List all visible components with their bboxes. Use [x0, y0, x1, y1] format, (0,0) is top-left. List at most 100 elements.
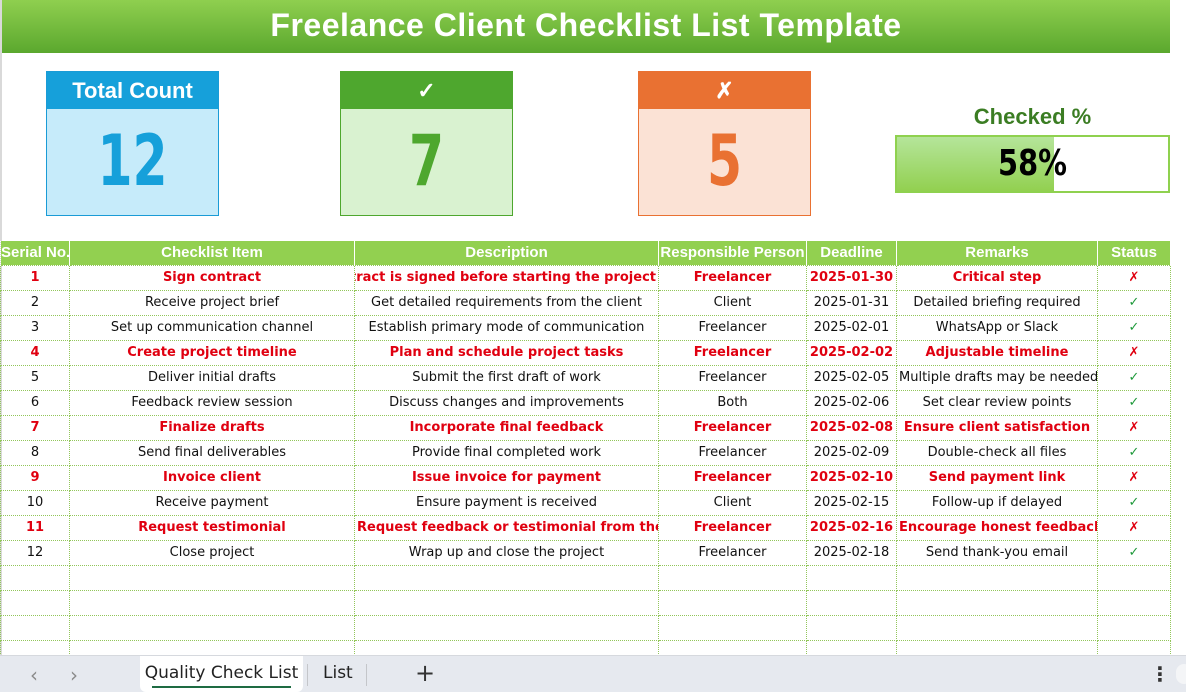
status-icon[interactable]: ✗: [1097, 264, 1171, 291]
deadline-cell[interactable]: 2025-01-31: [806, 289, 897, 316]
empty-cell[interactable]: [806, 614, 897, 641]
empty-cell[interactable]: [658, 564, 807, 591]
remarks-cell[interactable]: Set clear review points: [896, 389, 1098, 416]
empty-cell[interactable]: [69, 589, 355, 616]
empty-cell[interactable]: [896, 564, 1098, 591]
person-cell[interactable]: Freelancer: [658, 339, 807, 366]
deadline-cell[interactable]: 2025-02-10: [806, 464, 897, 491]
empty-cell[interactable]: [896, 614, 1098, 641]
empty-cell[interactable]: [806, 564, 897, 591]
empty-cell[interactable]: [896, 589, 1098, 616]
person-cell[interactable]: Freelancer: [658, 414, 807, 441]
empty-cell[interactable]: [1097, 564, 1171, 591]
column-header[interactable]: Description: [354, 241, 659, 265]
deadline-cell[interactable]: 2025-02-02: [806, 339, 897, 366]
status-icon[interactable]: ✓: [1097, 314, 1171, 341]
item-cell[interactable]: Receive payment: [69, 489, 355, 516]
remarks-cell[interactable]: Double-check all files: [896, 439, 1098, 466]
person-cell[interactable]: Freelancer: [658, 364, 807, 391]
deadline-cell[interactable]: 2025-02-15: [806, 489, 897, 516]
person-cell[interactable]: Freelancer: [658, 439, 807, 466]
status-icon[interactable]: ✓: [1097, 364, 1171, 391]
person-cell[interactable]: Both: [658, 389, 807, 416]
description-cell[interactable]: Request feedback or testimonial from the…: [354, 514, 659, 541]
serial-cell[interactable]: 3: [0, 314, 70, 341]
deadline-cell[interactable]: 2025-02-01: [806, 314, 897, 341]
item-cell[interactable]: Finalize drafts: [69, 414, 355, 441]
status-icon[interactable]: ✗: [1097, 464, 1171, 491]
description-cell[interactable]: Discuss changes and improvements: [354, 389, 659, 416]
remarks-cell[interactable]: Follow-up if delayed: [896, 489, 1098, 516]
column-header[interactable]: Checklist Item: [69, 241, 355, 265]
person-cell[interactable]: Freelancer: [658, 539, 807, 566]
status-icon[interactable]: ✗: [1097, 414, 1171, 441]
empty-cell[interactable]: [658, 614, 807, 641]
description-cell[interactable]: Get detailed requirements from the clien…: [354, 289, 659, 316]
description-cell[interactable]: Ensure contract is signed before startin…: [354, 264, 659, 291]
person-cell[interactable]: Freelancer: [658, 264, 807, 291]
empty-cell[interactable]: [1097, 614, 1171, 641]
status-icon[interactable]: ✓: [1097, 289, 1171, 316]
status-icon[interactable]: ✓: [1097, 489, 1171, 516]
empty-cell[interactable]: [354, 564, 659, 591]
serial-cell[interactable]: 9: [0, 464, 70, 491]
add-sheet-icon[interactable]: +: [415, 659, 435, 687]
remarks-cell[interactable]: Ensure client satisfaction: [896, 414, 1098, 441]
status-icon[interactable]: ✓: [1097, 389, 1171, 416]
empty-cell[interactable]: [0, 564, 70, 591]
status-icon[interactable]: ✗: [1097, 339, 1171, 366]
empty-cell[interactable]: [0, 589, 70, 616]
empty-cell[interactable]: [658, 589, 807, 616]
person-cell[interactable]: Freelancer: [658, 314, 807, 341]
item-cell[interactable]: Invoice client: [69, 464, 355, 491]
description-cell[interactable]: Incorporate final feedback: [354, 414, 659, 441]
description-cell[interactable]: Establish primary mode of communication: [354, 314, 659, 341]
remarks-cell[interactable]: WhatsApp or Slack: [896, 314, 1098, 341]
serial-cell[interactable]: 5: [0, 364, 70, 391]
item-cell[interactable]: Close project: [69, 539, 355, 566]
column-header[interactable]: Remarks: [896, 241, 1098, 265]
deadline-cell[interactable]: 2025-02-09: [806, 439, 897, 466]
serial-cell[interactable]: 4: [0, 339, 70, 366]
item-cell[interactable]: Receive project brief: [69, 289, 355, 316]
item-cell[interactable]: Create project timeline: [69, 339, 355, 366]
empty-cell[interactable]: [354, 589, 659, 616]
item-cell[interactable]: Sign contract: [69, 264, 355, 291]
column-header[interactable]: Deadline: [806, 241, 897, 265]
description-cell[interactable]: Issue invoice for payment: [354, 464, 659, 491]
tab-quality-check-list[interactable]: Quality Check List: [140, 656, 303, 692]
deadline-cell[interactable]: 2025-02-08: [806, 414, 897, 441]
description-cell[interactable]: Wrap up and close the project: [354, 539, 659, 566]
status-icon[interactable]: ✓: [1097, 439, 1171, 466]
item-cell[interactable]: Send final deliverables: [69, 439, 355, 466]
serial-cell[interactable]: 12: [0, 539, 70, 566]
remarks-cell[interactable]: Multiple drafts may be needed: [896, 364, 1098, 391]
item-cell[interactable]: Set up communication channel: [69, 314, 355, 341]
tab-list[interactable]: List: [323, 656, 353, 692]
description-cell[interactable]: Provide final completed work: [354, 439, 659, 466]
more-options-icon[interactable]: ⋮: [1150, 662, 1170, 686]
next-sheet-icon[interactable]: ›: [70, 663, 78, 687]
serial-cell[interactable]: 7: [0, 414, 70, 441]
status-icon[interactable]: ✓: [1097, 539, 1171, 566]
empty-cell[interactable]: [69, 614, 355, 641]
empty-cell[interactable]: [806, 589, 897, 616]
horizontal-scrollbar[interactable]: [1176, 664, 1186, 684]
person-cell[interactable]: Client: [658, 289, 807, 316]
deadline-cell[interactable]: 2025-02-06: [806, 389, 897, 416]
empty-cell[interactable]: [0, 614, 70, 641]
status-icon[interactable]: ✗: [1097, 514, 1171, 541]
remarks-cell[interactable]: Send payment link: [896, 464, 1098, 491]
item-cell[interactable]: Request testimonial: [69, 514, 355, 541]
serial-cell[interactable]: 8: [0, 439, 70, 466]
person-cell[interactable]: Client: [658, 489, 807, 516]
person-cell[interactable]: Freelancer: [658, 464, 807, 491]
serial-cell[interactable]: 2: [0, 289, 70, 316]
description-cell[interactable]: Ensure payment is received: [354, 489, 659, 516]
deadline-cell[interactable]: 2025-02-16: [806, 514, 897, 541]
column-header[interactable]: Status: [1097, 241, 1171, 265]
serial-cell[interactable]: 1: [0, 264, 70, 291]
remarks-cell[interactable]: Encourage honest feedback: [896, 514, 1098, 541]
description-cell[interactable]: Submit the first draft of work: [354, 364, 659, 391]
description-cell[interactable]: Plan and schedule project tasks: [354, 339, 659, 366]
